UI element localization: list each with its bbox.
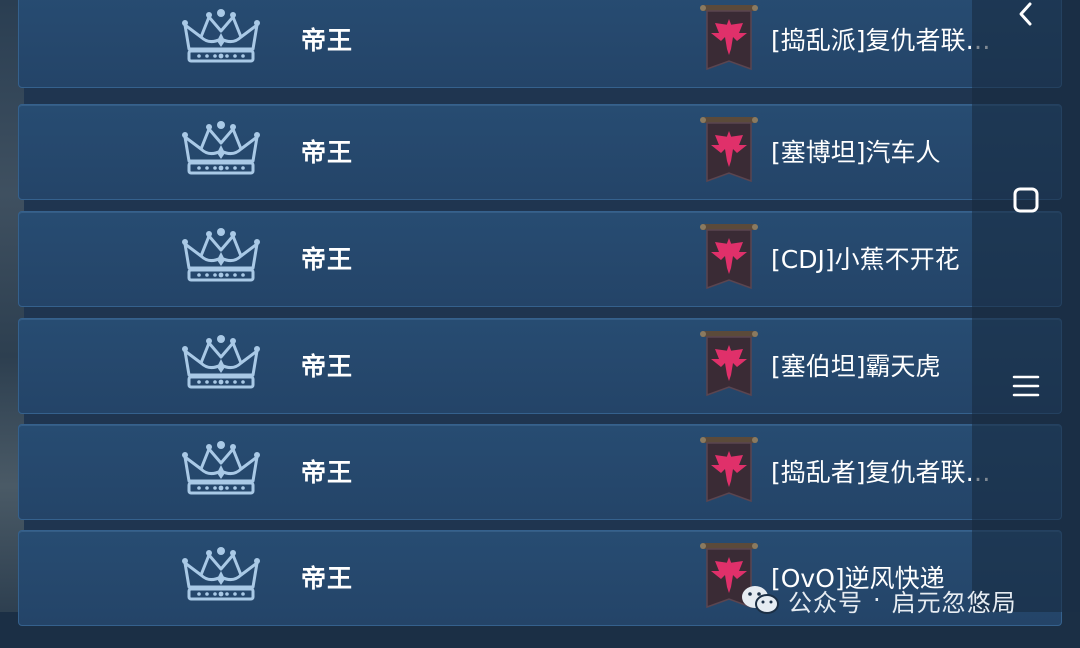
wechat-icon xyxy=(742,586,779,614)
ranking-row[interactable]: 帝王 [CDJ]小蕉不开花 xyxy=(18,211,1062,307)
crown-icon xyxy=(179,117,263,183)
menu-icon xyxy=(1012,375,1040,397)
rank-title: 帝王 xyxy=(301,352,354,381)
rank-title: 帝王 xyxy=(301,458,354,487)
rank-title: 帝王 xyxy=(301,564,354,593)
rank-title: 帝王 xyxy=(301,245,354,274)
phoenix-banner-icon xyxy=(699,3,759,75)
rank-title: 帝王 xyxy=(301,138,354,167)
ranking-row[interactable]: 帝王 [捣乱派]复仇者联… xyxy=(18,0,1062,88)
navigation-bar xyxy=(972,0,1080,612)
crown-icon xyxy=(179,437,263,503)
menu-button[interactable] xyxy=(972,356,1080,416)
watermark: 公众号 · 启元忽悠局 xyxy=(740,582,1017,618)
phoenix-banner-icon xyxy=(699,435,759,507)
watermark-separator: · xyxy=(873,586,882,614)
watermark-account: 启元忽悠局 xyxy=(891,588,1017,617)
crown-icon xyxy=(179,5,263,71)
phoenix-banner-icon xyxy=(699,115,759,187)
crown-icon xyxy=(179,224,263,290)
rank-title: 帝王 xyxy=(301,26,354,55)
back-button[interactable] xyxy=(972,0,1080,44)
phoenix-banner-icon xyxy=(699,329,759,401)
ranking-row[interactable]: 帝王 [塞博坦]汽车人 xyxy=(18,104,1062,200)
crown-icon xyxy=(179,543,263,609)
back-icon xyxy=(1019,2,1032,26)
watermark-prefix: 公众号 xyxy=(788,588,863,617)
ranking-row[interactable]: 帝王 [捣乱者]复仇者联… xyxy=(18,424,1062,520)
home-square-icon xyxy=(1013,187,1039,213)
crown-icon xyxy=(179,331,263,397)
ranking-row[interactable]: 帝王 [塞伯坦]霸天虎 xyxy=(18,318,1062,414)
phoenix-banner-icon xyxy=(699,222,759,294)
home-button[interactable] xyxy=(972,170,1080,230)
